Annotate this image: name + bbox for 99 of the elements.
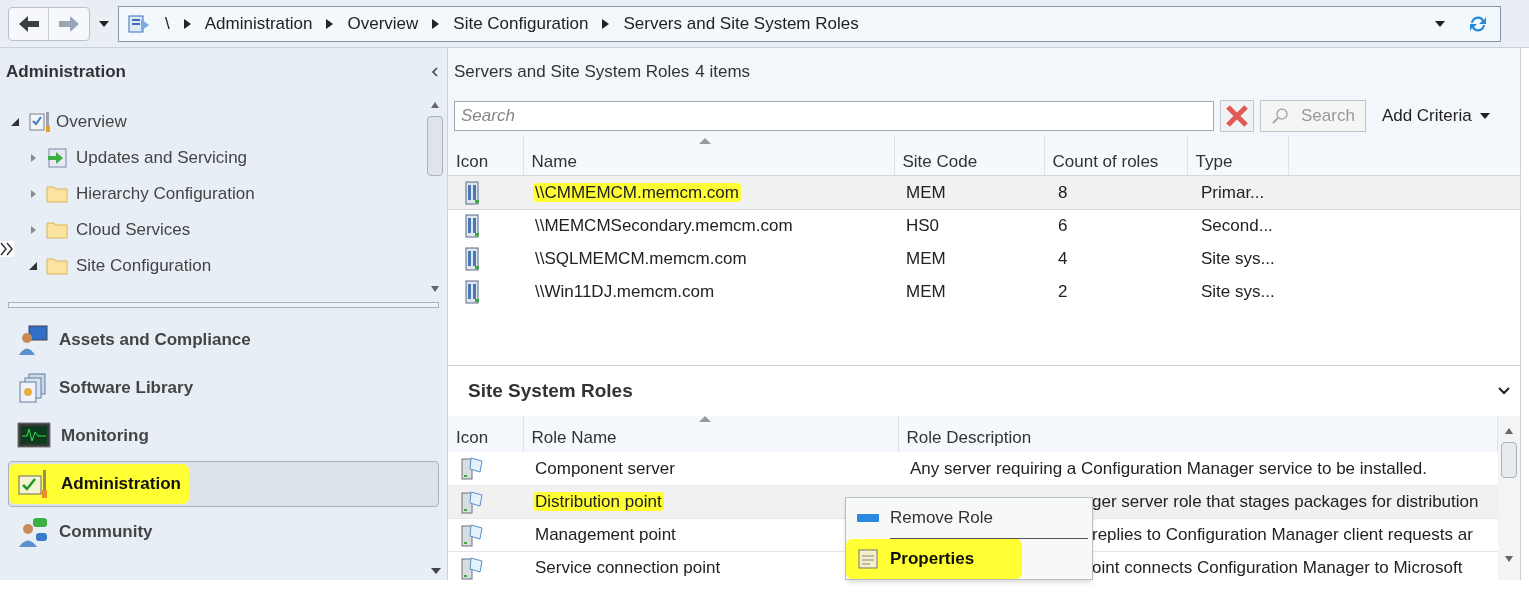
person-computer-icon: [17, 324, 49, 356]
table-cell-text: Service connection point: [534, 557, 722, 577]
tree-item[interactable]: Cloud Services: [76, 217, 191, 243]
scroll-down-icon: [431, 286, 439, 292]
scroll-up-icon: [431, 102, 439, 108]
table-row[interactable]: Component server Any server requiring a Configuration Manager service to be installed.: [448, 452, 1498, 485]
person-speech-icon: [17, 516, 49, 548]
table-row[interactable]: \\SQLMEMCM.memcm.com MEM 4 Site sys...: [448, 242, 1520, 275]
table-cell-text: 4: [1057, 247, 1069, 270]
table-cell: \\CMMEMCM.memcm.com: [523, 176, 894, 209]
pane-title: Administration: [6, 61, 126, 84]
chevron-down-icon[interactable]: [1498, 387, 1510, 395]
table-cell-text: \\Win11DJ.memcm.com: [534, 280, 716, 303]
table-cell-text: 2: [1057, 280, 1069, 303]
add-criteria-button[interactable]: Add Criteria: [1381, 100, 1490, 132]
expanded-arrow-icon[interactable]: [10, 117, 20, 127]
stacked-windows-icon: [17, 372, 49, 404]
table-cell-text: MEM: [905, 280, 947, 303]
expand-chevrons-icon[interactable]: [0, 241, 14, 257]
minus-bar-icon: [856, 513, 880, 523]
scroll-thumb[interactable]: [1501, 442, 1517, 478]
arrow-box-icon: [46, 147, 68, 169]
console-icon: [127, 12, 151, 35]
scroll-thumb[interactable]: [427, 116, 443, 176]
table-cell-text: MEM: [905, 247, 947, 270]
workspace-item[interactable]: Monitoring: [8, 413, 439, 459]
server-document-icon: [460, 456, 486, 481]
sort-ascending-icon: [698, 138, 711, 144]
table-cell-text: Site sys...: [1200, 247, 1276, 270]
table-cell: 6: [1044, 209, 1187, 242]
workspace-item[interactable]: Administration: [8, 461, 439, 507]
pane-title: Site System Roles: [468, 378, 633, 403]
monitor-graph-icon: [17, 421, 51, 451]
tree-item[interactable]: Site Configuration: [76, 253, 212, 279]
table-cell-text: Site sys...: [1200, 280, 1276, 303]
table-cell: oint connects Configuration Manager to Microsoft: [1092, 557, 1463, 577]
tree-item[interactable]: Updates and Servicing: [76, 145, 248, 171]
breadcrumb-item[interactable]: Overview: [347, 10, 419, 37]
menu-item[interactable]: Properties: [846, 539, 1022, 579]
caret-icon: [99, 20, 109, 27]
breadcrumb-arrow-icon: [602, 18, 610, 29]
table-cell: ger server role that stages packages for distribution: [1092, 491, 1479, 511]
table-cell: Second...: [1187, 209, 1289, 242]
table-cell: \\MEMCMSecondary.memcm.com: [523, 209, 894, 242]
table-cell: Primar...: [1187, 176, 1289, 209]
collapsed-arrow-icon[interactable]: [28, 153, 38, 163]
item-count: 4 items: [695, 61, 751, 84]
table-cell: MEM: [894, 176, 1044, 209]
expanded-arrow-icon[interactable]: [28, 261, 38, 271]
table-row[interactable]: \\MEMCMSecondary.memcm.com HS0 6 Second...: [448, 209, 1520, 242]
table-cell: 8: [1044, 176, 1187, 209]
collapsed-arrow-icon[interactable]: [28, 189, 38, 199]
caret-icon: [1479, 113, 1490, 119]
scroll-up-icon: [1505, 428, 1513, 434]
table-cell-text: Management point: [534, 524, 677, 544]
table-row[interactable]: \\Win11DJ.memcm.com MEM 2 Site sys...: [448, 275, 1520, 308]
scroll-down-icon: [431, 568, 441, 574]
tree-item[interactable]: Hierarchy Configuration: [76, 181, 255, 207]
pane-title: Servers and Site System Roles: [454, 61, 690, 84]
folder-icon: [46, 221, 68, 239]
breadcrumb-item[interactable]: Site Configuration: [453, 10, 589, 37]
scroll-down-icon: [1505, 556, 1513, 562]
server-document-icon: [460, 555, 486, 580]
breadcrumb-arrow-icon: [183, 18, 191, 29]
table-cell: HS0: [894, 209, 1044, 242]
table-cell-text: \\SQLMEMCM.memcm.com: [534, 247, 748, 270]
sort-ascending-icon: [698, 416, 711, 422]
table-cell-text: Component server: [534, 458, 676, 478]
table-cell: Distribution point: [533, 491, 664, 511]
breadcrumb-arrow-icon: [432, 18, 440, 29]
scrollbar[interactable]: [1498, 416, 1520, 580]
column-header[interactable]: Role Description: [898, 416, 1498, 452]
close-icon: [1225, 104, 1249, 128]
caret-icon: [1435, 20, 1445, 27]
clear-search-button[interactable]: [1220, 100, 1254, 132]
server-document-icon: [460, 522, 486, 547]
workspace-item[interactable]: Assets and Compliance: [8, 317, 439, 363]
chevron-left-icon: [430, 67, 438, 77]
property-sheet-icon: [857, 548, 879, 570]
breadcrumb-item[interactable]: Servers and Site System Roles: [623, 10, 859, 37]
workspace-item[interactable]: Software Library: [8, 365, 439, 411]
folder-icon: [46, 257, 68, 275]
breadcrumb-item[interactable]: \: [165, 10, 170, 37]
table-cell: replies to Configuration Manager client requests ar: [1092, 524, 1473, 544]
forward-arrow-icon: [58, 14, 80, 33]
tree-item[interactable]: Overview: [56, 109, 127, 135]
back-arrow-icon: [17, 14, 40, 33]
folder-icon: [46, 185, 68, 203]
column-header[interactable]: Role Name: [523, 416, 898, 452]
breadcrumb-arrow-icon: [326, 18, 334, 29]
table-cell: Any server requiring a Configuration Manager service to be installed.: [910, 458, 1427, 478]
breadcrumb-item[interactable]: Administration: [204, 10, 313, 37]
collapsed-arrow-icon[interactable]: [28, 225, 38, 235]
column-header[interactable]: Icon: [448, 416, 523, 452]
address-bar[interactable]: \ Administration Overview Site Configuration Servers and Site System Roles: [118, 5, 1501, 42]
search-field[interactable]: Search: [454, 101, 1214, 131]
server-document-icon: [460, 489, 486, 514]
workspace-item[interactable]: Community: [8, 509, 439, 555]
search-icon: [1271, 107, 1289, 125]
